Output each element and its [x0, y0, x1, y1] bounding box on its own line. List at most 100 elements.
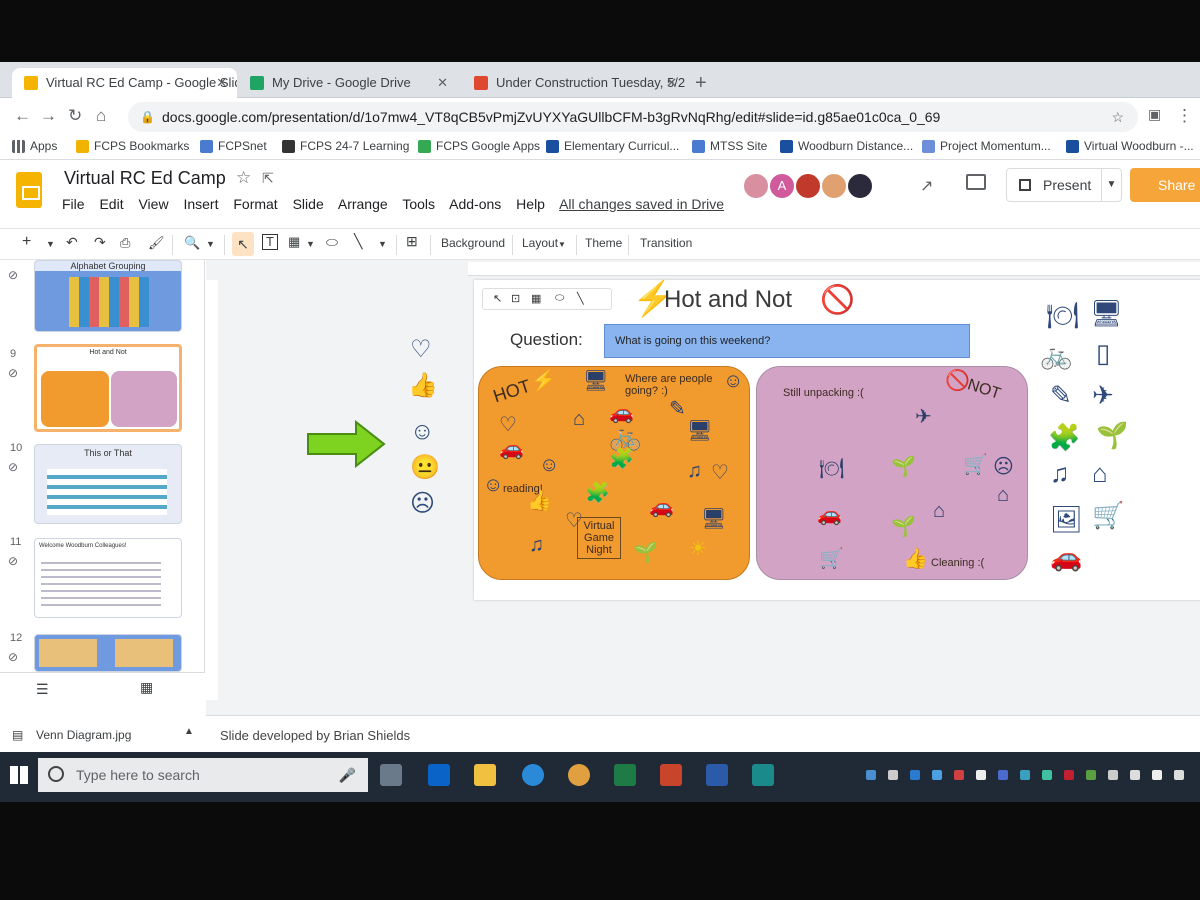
frown-icon[interactable]: ☹ — [993, 457, 1014, 477]
shopping-cart-icon[interactable]: 🛒 — [963, 455, 988, 475]
airplane-icon[interactable]: ✈ — [915, 407, 932, 427]
sprout-icon[interactable]: 🌱 — [891, 517, 916, 537]
thumbs-up-icon[interactable]: 👍 — [408, 374, 438, 398]
list-view-icon[interactable]: ☰ — [36, 681, 49, 698]
puzzle-icon[interactable]: 🧩 — [1048, 424, 1080, 450]
music-note-icon[interactable]: ♫ — [1050, 460, 1070, 486]
line-icon[interactable]: ╲ — [354, 233, 362, 250]
avatar[interactable] — [742, 172, 770, 200]
close-icon[interactable]: ✕ — [216, 68, 227, 98]
heart-icon[interactable]: ♡ — [499, 415, 517, 435]
comment-icon[interactable] — [966, 174, 986, 190]
file-explorer-icon[interactable] — [474, 764, 496, 786]
print-icon[interactable]: ⎙ — [120, 235, 130, 251]
tray-icon[interactable] — [1064, 770, 1074, 780]
car-icon[interactable]: 🚗 — [1050, 544, 1082, 570]
chevron-down-icon[interactable]: ▼ — [206, 239, 215, 249]
heart-icon[interactable]: ♡ — [711, 463, 729, 483]
sun-icon[interactable]: ☀ — [689, 539, 707, 559]
theme-button[interactable]: Theme — [585, 236, 622, 250]
menu-view[interactable]: View — [138, 196, 168, 212]
car-icon[interactable]: 🚗 — [609, 403, 634, 423]
music-note-icon[interactable]: ♫ — [687, 461, 702, 481]
chevron-up-icon[interactable]: ▲ — [184, 726, 194, 737]
smile-icon[interactable]: ☺ — [410, 420, 435, 444]
star-icon[interactable]: ☆ — [236, 168, 251, 188]
slide-thumbnail-selected[interactable]: Hot and Not — [34, 344, 182, 432]
chrome-icon[interactable] — [568, 764, 590, 786]
bookmark-project-momentum[interactable]: Project Momentum... — [922, 139, 1051, 153]
speaker-notes[interactable]: Slide developed by Brian Shields — [206, 715, 1200, 751]
airplane-icon[interactable]: ✈ — [1092, 382, 1114, 408]
home-icon[interactable]: ⌂ — [96, 106, 106, 126]
wifi-icon[interactable] — [1152, 770, 1162, 780]
menu-file[interactable]: File — [62, 196, 85, 212]
powerpoint-icon[interactable] — [660, 764, 682, 786]
zoom-icon[interactable]: 🔍 — [184, 235, 200, 251]
puzzle-icon[interactable]: 🧩 — [609, 449, 634, 469]
neutral-face-icon[interactable]: 😐 — [410, 456, 440, 480]
tray-icon[interactable] — [866, 770, 876, 780]
car-icon[interactable]: 🚗 — [499, 439, 524, 459]
sprout-icon[interactable]: 🌱 — [1096, 422, 1128, 448]
smile-icon[interactable]: ☺ — [483, 475, 503, 495]
music-note-icon[interactable]: ♫ — [529, 535, 544, 555]
menu-format[interactable]: Format — [233, 196, 277, 212]
tray-icon[interactable] — [1020, 770, 1030, 780]
shopping-cart-icon[interactable]: 🛒 — [819, 549, 844, 569]
pencil-icon[interactable]: ✎ — [1050, 382, 1072, 408]
pencil-icon[interactable]: ✎ — [669, 399, 686, 419]
menu-insert[interactable]: Insert — [183, 196, 218, 212]
share-button[interactable]: Share — [1130, 168, 1200, 202]
tray-icon[interactable] — [954, 770, 964, 780]
not-note-cleaning[interactable]: Cleaning :( — [931, 557, 984, 569]
tablet-icon[interactable]: ▯ — [1096, 340, 1110, 366]
undo-icon[interactable]: ↶ — [66, 234, 78, 251]
select-cursor-icon[interactable]: ↖ — [232, 232, 254, 256]
redo-icon[interactable]: ↷ — [94, 234, 106, 251]
tray-icon[interactable] — [1086, 770, 1096, 780]
tray-icon[interactable] — [910, 770, 920, 780]
hot-note-where[interactable]: Where are people going? :) — [625, 373, 715, 397]
menu-help[interactable]: Help — [516, 196, 545, 212]
computer-icon[interactable]: 🖥 — [583, 371, 608, 391]
slide-thumbnail[interactable]: Welcome Woodburn Colleagues! — [34, 538, 182, 618]
menu-dots-icon[interactable]: ⋮ — [1176, 106, 1193, 126]
car-icon[interactable]: 🚗 — [817, 505, 842, 525]
tray-icon[interactable] — [998, 770, 1008, 780]
avatar[interactable]: A — [768, 172, 796, 200]
task-view-icon[interactable] — [380, 764, 402, 786]
not-box[interactable]: 🚫 NOT Still unpacking :( ✈ 🍽 🌱 🛒 ☹ ⌂ 🚗 ⌂… — [756, 366, 1028, 580]
tray-icon[interactable] — [976, 770, 986, 780]
extension-icon[interactable]: ▣ — [1148, 106, 1161, 123]
image-icon[interactable]: ▦ — [288, 234, 300, 250]
menu-slide[interactable]: Slide — [293, 196, 324, 212]
chevron-down-icon[interactable]: ▼ — [306, 239, 315, 249]
url-field[interactable]: 🔒 docs.google.com/presentation/d/1o7mw4_… — [128, 102, 1138, 132]
battery-icon[interactable] — [1130, 770, 1140, 780]
add-comment-icon[interactable]: ⊞ — [406, 233, 418, 250]
bookmark-mtss-site[interactable]: MTSS Site — [692, 139, 767, 153]
menu-tools[interactable]: Tools — [402, 196, 435, 212]
sprout-icon[interactable]: 🌱 — [891, 457, 916, 477]
back-arrow-icon[interactable]: ← — [14, 106, 31, 126]
slide-thumbnail[interactable]: Alphabet Grouping — [34, 260, 182, 332]
house-icon[interactable]: ⌂ — [933, 501, 945, 521]
bookmark-fcps-24-7[interactable]: FCPS 24-7 Learning — [282, 139, 409, 153]
slide-thumbnail[interactable]: This or That — [34, 444, 182, 524]
avatar[interactable] — [820, 172, 848, 200]
tab-under-construction[interactable]: Under Construction Tuesday, 5/2 ✕ — [462, 68, 687, 98]
bookmark-star-icon[interactable]: ☆ — [1111, 102, 1124, 132]
forward-arrow-icon[interactable]: → — [40, 106, 57, 126]
text-box-icon[interactable]: T — [262, 234, 278, 250]
computer-icon[interactable]: 🖥 — [701, 509, 726, 529]
bicycle-icon[interactable]: 🚲 — [609, 423, 641, 449]
excel-icon[interactable] — [614, 764, 636, 786]
not-note-unpacking[interactable]: Still unpacking :( — [783, 387, 864, 399]
word-icon[interactable] — [706, 764, 728, 786]
layout-button[interactable]: Layout▼ — [522, 236, 566, 250]
slide[interactable]: ↖ ⊡ ▦ ⬭ ╲ ⚡ Hot and Not 🚫 Question: What… — [474, 280, 1200, 600]
avatar[interactable] — [794, 172, 822, 200]
frown-icon[interactable]: ☹ — [410, 492, 435, 516]
bookmark-apps[interactable]: Apps — [12, 139, 57, 153]
